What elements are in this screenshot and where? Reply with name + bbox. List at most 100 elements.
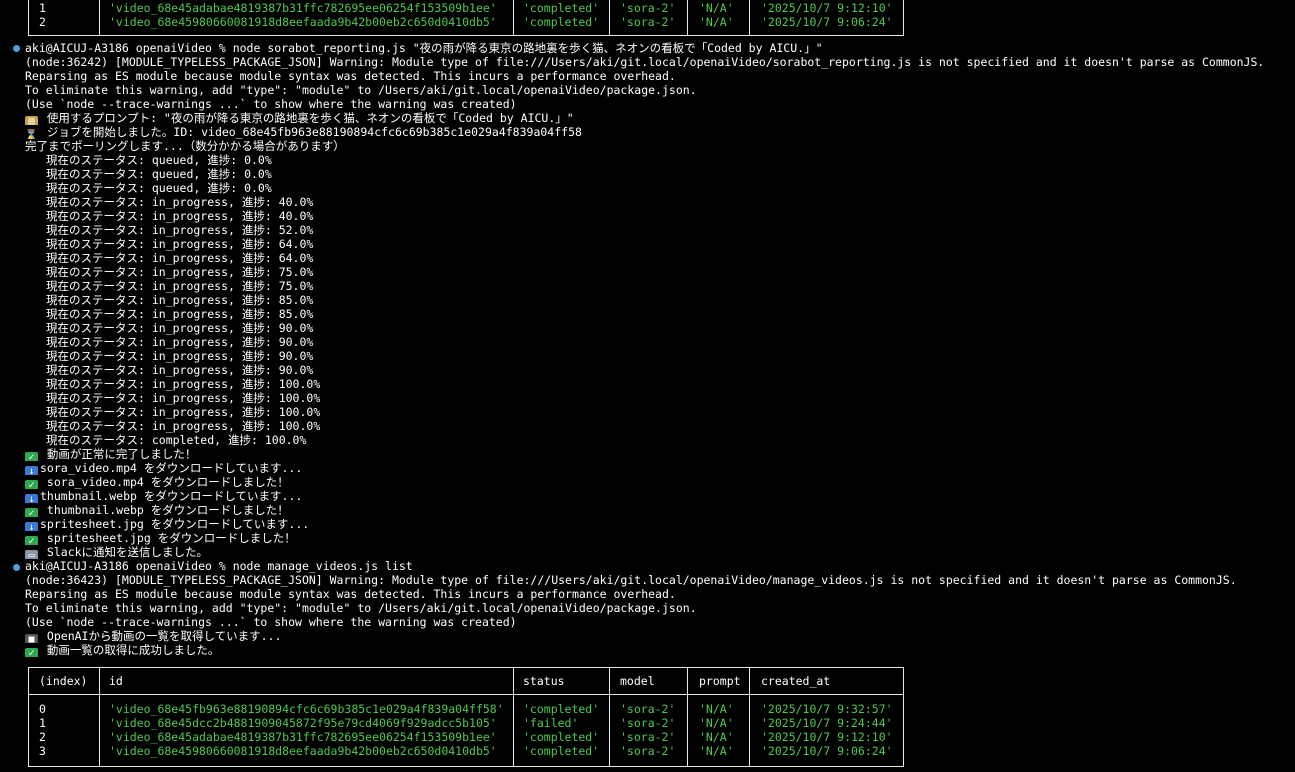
table-cell-status: 'failed' [523,716,579,730]
status-line: 現在のステータス: in_progress, 進捗: 90.0% [46,363,314,377]
status-line: 現在のステータス: in_progress, 進捗: 90.0% [46,335,314,349]
status-line: 現在のステータス: in_progress, 進捗: 75.0% [46,265,314,279]
status-line: 現在のステータス: in_progress, 進捗: 100.0% [46,419,321,433]
table-cell-model: 'sora-2' [620,730,676,744]
table-cell-model: 'sora-2' [620,744,676,758]
warning-line: To eliminate this warning, add "type": "… [25,83,697,97]
download-arrow-icon: ↓ [25,494,38,503]
output-line: ▤ 使用するプロンプト: "夜の雨が降る東京の路地裏を歩く猫、ネオンの看板で「C… [25,111,1290,125]
book-icon: ▤ [25,116,38,125]
table-cell-prompt: 'N/A' [699,716,734,730]
table-cell-prompt: 'N/A' [699,15,734,29]
output-line: ↓ spritesheet.jpg をダウンロードしています... [25,517,1290,531]
table-cell-created-at: '2025/10/7 9:12:10' [761,1,893,15]
table-cell-model: 'sora-2' [620,702,676,716]
table-cell-created-at: '2025/10/7 9:24:44' [761,716,893,730]
table-cell-index: 2 [39,730,46,744]
check-icon: ✓ [25,480,38,489]
status-line: 現在のステータス: in_progress, 進捗: 40.0% [46,209,314,223]
output-line: ✓ spritesheet.jpg をダウンロードしました！ [25,531,1290,545]
table-cell-prompt: 'N/A' [699,744,734,758]
output-line: ▭ Slackに通知を送信しました。 [25,545,1290,559]
warning-line: (Use `node --trace-warnings ...` to show… [25,97,517,111]
output-line: ✓ 動画一覧の取得に成功しました。 [25,643,1290,657]
table-cell-index: 3 [39,744,46,758]
table-cell-model: 'sora-2' [620,1,676,15]
status-line: 現在のステータス: in_progress, 進捗: 100.0% [46,405,321,419]
download-arrow-icon: ↓ [25,466,38,475]
status-line: 現在のステータス: queued, 進捗: 0.0% [46,167,272,181]
command-line: aki@AICUJ-A3186 openaiVideo % node manag… [25,559,413,573]
status-line: 現在のステータス: completed, 進捗: 100.0% [46,433,307,447]
status-line: 現在のステータス: in_progress, 進捗: 100.0% [46,391,321,405]
table-cell-created-at: '2025/10/7 9:12:10' [761,730,893,744]
table-cell-index: 1 [39,716,46,730]
table-cell-id: 'video_68e45adabae4819387b31ffc782695ee0… [109,1,497,15]
status-line: 現在のステータス: in_progress, 進捗: 90.0% [46,349,314,363]
status-line: 現在のステータス: in_progress, 進捗: 64.0% [46,251,314,265]
table-cell-status: 'completed' [523,702,600,716]
warning-line: (node:36423) [MODULE_TYPELESS_PACKAGE_JS… [25,573,1237,587]
table-cell-id: 'video_68e45fb963e88190894cfc6c69b385c1e… [109,702,504,716]
output-line: ✓ sora_video.mp4 をダウンロードしました！ [25,475,1290,489]
table-cell-status: 'completed' [523,744,600,758]
table-cell-id: 'video_68e45980660081918d8eefaada9b42b00… [109,744,497,758]
status-line: 現在のステータス: in_progress, 進捗: 100.0% [46,377,321,391]
column-header-created-at: created_at [761,674,831,688]
status-line: 現在のステータス: in_progress, 進捗: 64.0% [46,237,314,251]
table-cell-prompt: 'N/A' [699,730,734,744]
table-cell-index: 2 [39,15,46,29]
status-line: 現在のステータス: in_progress, 進捗: 75.0% [46,279,314,293]
table-cell-status: 'completed' [523,15,600,29]
table-cell-created-at: '2025/10/7 9:06:24' [761,15,893,29]
column-header-status: status [523,674,565,688]
table-cell-prompt: 'N/A' [699,1,734,15]
hourglass-icon: ⌛ [25,130,38,139]
table-cell-index: 0 [39,702,46,716]
output-line: 完了までポーリングします...（数分かかる場合があります） [25,139,345,153]
status-line: 現在のステータス: in_progress, 進捗: 90.0% [46,321,314,335]
prompt-marker-icon [13,45,20,52]
results-table-top: 1 'video_68e45adabae4819387b31ffc782695e… [28,0,904,36]
terminal-output: aki@AICUJ-A3186 openaiVideo % node sorab… [25,41,1290,657]
output-line: ↓ thumbnail.webp をダウンロードしています... [25,489,1290,503]
table-cell-id: 'video_68e45dcc2b4881909045872f95e79cd40… [109,716,497,730]
results-table: (index) id status model prompt created_a… [28,667,904,767]
check-icon: ✓ [25,452,38,461]
film-camera-icon: ■ [25,634,38,643]
output-line: ✓ thumbnail.webp をダウンロードしました！ [25,503,1290,517]
output-line: ⌛ ジョブを開始しました。ID: video_68e45fb963e881908… [25,125,1290,139]
warning-line: (Use `node --trace-warnings ...` to show… [25,615,517,629]
table-cell-model: 'sora-2' [620,716,676,730]
status-line: 現在のステータス: queued, 進捗: 0.0% [46,153,272,167]
table-cell-status: 'completed' [523,730,600,744]
terminal-window[interactable]: 1 'video_68e45adabae4819387b31ffc782695e… [0,0,1295,772]
table-cell-status: 'completed' [523,1,600,15]
warning-line: To eliminate this warning, add "type": "… [25,601,697,615]
column-header-index: (index) [39,674,88,688]
column-header-model: model [620,674,655,688]
warning-line: Reparsing as ES module because module sy… [25,587,676,601]
output-line: ↓ sora_video.mp4 をダウンロードしています... [25,461,1290,475]
table-cell-id: 'video_68e45980660081918d8eefaada9b42b00… [109,15,497,29]
check-icon: ✓ [25,536,38,545]
check-icon: ✓ [25,648,38,657]
warning-line: (node:36242) [MODULE_TYPELESS_PACKAGE_JS… [25,55,1265,69]
output-line: ■ OpenAIから動画の一覧を取得しています... [25,629,1290,643]
check-icon: ✓ [25,508,38,517]
table-cell-created-at: '2025/10/7 9:06:24' [761,744,893,758]
status-line: 現在のステータス: in_progress, 進捗: 40.0% [46,195,314,209]
column-header-id: id [109,674,123,688]
table-cell-created-at: '2025/10/7 9:32:57' [761,702,893,716]
prompt-marker-icon [13,564,20,571]
table-cell-model: 'sora-2' [620,15,676,29]
download-arrow-icon: ↓ [25,522,38,531]
status-line: 現在のステータス: in_progress, 進捗: 52.0% [46,223,314,237]
status-line: 現在のステータス: queued, 進捗: 0.0% [46,181,272,195]
status-list: 現在のステータス: queued, 進捗: 0.0% 現在のステータス: que… [25,153,1290,447]
warning-line: Reparsing as ES module because module sy… [25,69,676,83]
table-cell-prompt: 'N/A' [699,702,734,716]
column-header-prompt: prompt [699,674,741,688]
outbox-tray-icon: ▭ [25,550,38,559]
status-line: 現在のステータス: in_progress, 進捗: 85.0% [46,307,314,321]
